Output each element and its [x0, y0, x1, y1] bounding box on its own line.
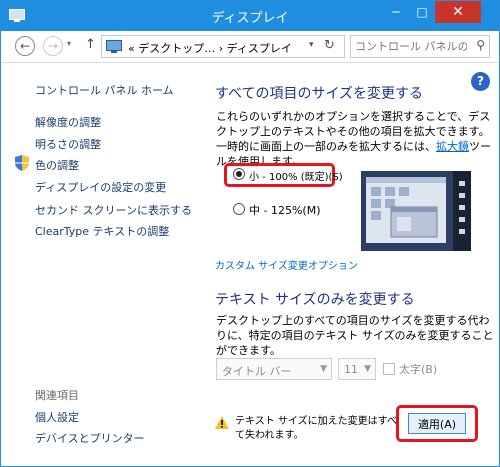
sidebar-item-devices-printers[interactable]: デバイスとプリンター [35, 430, 145, 446]
forward-button[interactable]: → [43, 36, 63, 56]
address-bar[interactable]: « デスクトップ… › ディスプレイ ▾ ↻ [101, 35, 345, 58]
navigation-bar: ← → ▾ ↑ « デスクトップ… › ディスプレイ ▾ ↻ ⚲ [1, 31, 499, 63]
display-window: ディスプレイ ─ □ ✕ ← → ▾ ↑ « デスクトップ… › ディスプレイ … [0, 0, 500, 467]
sidebar-item-color[interactable]: 色の調整 [35, 157, 79, 173]
sidebar-item-personalization[interactable]: 個人設定 [35, 409, 79, 425]
section-title-text-size: テキスト サイズのみを変更する [215, 292, 415, 308]
font-size-select[interactable]: 11 ▼ [338, 358, 376, 380]
address-dropdown-icon[interactable]: ▾ [309, 40, 314, 50]
search-input[interactable] [355, 39, 467, 54]
sidebar-item-display-settings[interactable]: ディスプレイの設定の変更 [35, 179, 166, 195]
radio-small-label[interactable]: 小 - 100% (既定)(S) [249, 168, 343, 183]
sidebar-item-home[interactable]: コントロール パネル ホーム [35, 82, 174, 98]
item-select[interactable]: タイトル バー ▼ [216, 358, 332, 380]
address-path[interactable]: « デスクトップ… › ディスプレイ [128, 40, 292, 56]
close-button[interactable]: ✕ [435, 1, 481, 23]
related-heading: 関連項目 [35, 389, 79, 402]
title-bar[interactable]: ディスプレイ ─ □ ✕ [1, 1, 499, 31]
up-button[interactable]: ↑ [85, 37, 96, 52]
section-title-size: すべての項目のサイズを変更する [215, 86, 424, 102]
chevron-down-icon: ▼ [364, 364, 371, 374]
search-box[interactable]: ⚲ [350, 35, 490, 58]
sidebar-item-second-screen[interactable]: セカンド スクリーンに表示する [35, 202, 192, 218]
text-size-description: デスクトップ上のすべての項目のサイズを変更する代わりに、特定の項目のテキスト サ… [216, 314, 494, 357]
minimize-button[interactable]: ─ [383, 1, 409, 23]
chevron-down-icon: ▼ [320, 364, 327, 374]
apply-button[interactable]: 適用(A) [408, 413, 466, 434]
radio-medium[interactable] [233, 203, 245, 215]
bold-checkbox-label[interactable]: 太字(B) [399, 361, 437, 377]
sidebar-item-brightness[interactable]: 明るさの調整 [35, 136, 101, 152]
warning-message: テキスト サイズに加えた変更はすべて失われます。 [235, 416, 397, 441]
control-panel-icon [106, 40, 122, 53]
sidebar-item-cleartype[interactable]: ClearType テキストの調整 [35, 223, 169, 239]
magnifier-link[interactable]: 拡大鏡 [436, 140, 469, 153]
radio-medium-label[interactable]: 中 - 125%(M) [249, 202, 320, 218]
custom-sizing-link[interactable]: カスタム サイズ変更オプション [215, 257, 358, 272]
size-preview-image [361, 171, 471, 251]
item-select-value: タイトル バー [222, 365, 292, 378]
shield-icon [15, 155, 29, 171]
maximize-button[interactable]: □ [409, 1, 435, 23]
search-icon[interactable]: ⚲ [476, 38, 485, 52]
radio-small[interactable] [233, 168, 245, 180]
sidebar: コントロール パネル ホーム 解像度の調整 明るさの調整 色の調整 ディスプレイ… [1, 63, 201, 466]
size-description: これらのいずれかのオプションを選択することで、デスクトップ上のテキストやその他の… [216, 109, 498, 169]
sidebar-item-resolution[interactable]: 解像度の調整 [35, 114, 101, 130]
help-icon[interactable]: ? [471, 72, 490, 91]
main-content: ? すべての項目のサイズを変更する これらのいずれかのオプションを選択することで… [201, 63, 499, 466]
font-size-value: 11 [344, 363, 358, 376]
recent-locations-dropdown[interactable]: ▾ [67, 39, 71, 48]
bold-checkbox[interactable] [383, 363, 395, 375]
back-button[interactable]: ← [15, 36, 35, 56]
refresh-icon[interactable]: ↻ [324, 38, 335, 53]
warning-icon [215, 416, 229, 429]
